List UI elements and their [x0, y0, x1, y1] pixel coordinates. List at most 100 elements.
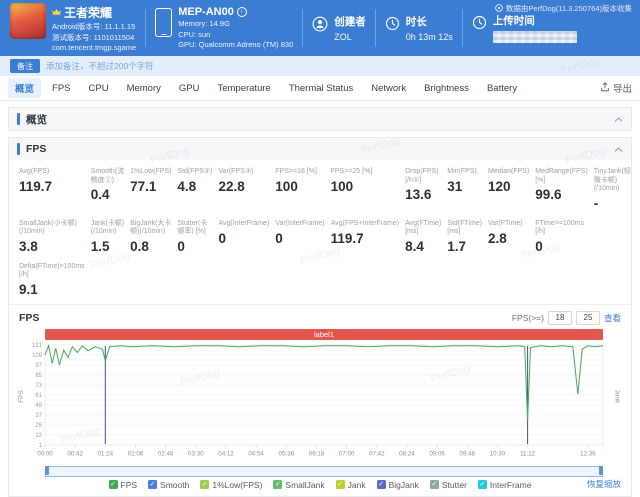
legend-label: Jank	[347, 479, 366, 490]
view-link[interactable]: 查看	[604, 312, 621, 324]
legend-item-stutter[interactable]: ✓ Stutter	[429, 480, 467, 490]
tab-gpu[interactable]: GPU	[172, 80, 207, 97]
metric-value: 99.6	[535, 187, 562, 202]
chart-legend: ✓ FPS ✓ Smooth ✓ 1%Low(FPS) ✓ SmallJank ✓ Jank ✓ Bi…	[19, 480, 621, 490]
metric-value: 120	[488, 179, 511, 194]
package-name-text: com.tencent.tmgp.sgame	[52, 43, 137, 53]
header-divider	[145, 9, 147, 47]
android-version-text: Android版本号: 11.1.1.15	[52, 22, 136, 32]
reset-zoom-link[interactable]: 恢复缩放	[587, 478, 621, 490]
slider-right-handle[interactable]	[599, 465, 603, 475]
legend-checkbox-icon[interactable]: ✓	[148, 480, 158, 489]
tab-fps[interactable]: FPS	[45, 80, 77, 97]
tab-network[interactable]: Network	[364, 80, 413, 97]
fps-threshold-low-input[interactable]	[547, 310, 572, 325]
metric-label: FPS>=18 [%]	[275, 168, 317, 175]
legend-checkbox-icon[interactable]: ✓	[376, 480, 386, 489]
overview-panel-header[interactable]: 概览	[9, 108, 631, 130]
legend-item-1-low-fps-[interactable]: ✓ 1%Low(FPS)	[200, 480, 262, 490]
collapse-chevron-icon[interactable]	[614, 116, 623, 122]
metric-label: Smooth(流畅度②)	[90, 168, 125, 184]
y-axis-title: FPS	[17, 390, 25, 403]
svg-text:13: 13	[35, 433, 42, 439]
svg-text:09:06: 09:06	[429, 450, 445, 457]
metric-r2-3: Stutter(卡顿率) [%] 0	[177, 220, 212, 254]
svg-text:09:48: 09:48	[460, 450, 476, 457]
metric-r2-9: Var(FTime) 2.8	[488, 220, 529, 254]
top-header: 王者荣耀 Android版本号: 11.1.1.15 测试版本号: 110101…	[0, 0, 640, 56]
tab-cpu[interactable]: CPU	[82, 80, 116, 97]
legend-checkbox-icon[interactable]: ✓	[273, 480, 283, 489]
legend-item-interframe[interactable]: ✓ InterFrame	[477, 480, 531, 490]
metric-label: Var(FPS③)	[218, 168, 254, 175]
svg-text:61: 61	[35, 393, 42, 399]
tab-temperature[interactable]: Temperature	[210, 80, 277, 97]
svg-text:06:18: 06:18	[309, 450, 325, 457]
metric-label: Std(FTime) [ms]	[447, 219, 483, 236]
remark-placeholder-text[interactable]: 添加备注，不超过200个字符	[46, 60, 154, 72]
annotation-band[interactable]: label1	[45, 328, 603, 340]
legend-checkbox-icon[interactable]: ✓	[477, 480, 487, 489]
legend-item-smooth[interactable]: ✓ Smooth	[148, 480, 189, 490]
metric-label: Avg(FPS+InterFrame)	[330, 219, 400, 227]
fps-chart-svg[interactable]: 121 109 97 85 73 61 49 37 25 13 100:00 00:42 01:24 02…	[19, 342, 621, 460]
header-divider	[374, 9, 376, 47]
fps-threshold-high-input[interactable]	[575, 310, 600, 325]
legend-item-smalljank[interactable]: ✓ SmallJank	[273, 480, 325, 490]
svg-text:04:12: 04:12	[218, 450, 234, 457]
device-cpu-text: CPU: sun	[178, 29, 211, 39]
tab-memory[interactable]: Memory	[120, 80, 168, 97]
device-name: MEP-AN00	[178, 6, 234, 19]
fps-panel: FPS Avg(FPS) 119.7 Smooth(流畅度②) 0.4 1%Low(FP…	[8, 137, 632, 497]
upload-time-redacted	[492, 31, 577, 43]
grid-spacer	[594, 220, 631, 254]
svg-text:00:00: 00:00	[37, 450, 53, 457]
metric-r2-7: Avg(FTime) [ms] 8.4	[405, 220, 441, 254]
tab-brightness[interactable]: Brightness	[417, 80, 476, 97]
metric-value: 0.4	[90, 187, 110, 202]
slider-left-handle[interactable]	[45, 465, 49, 475]
tab-overview[interactable]: 概览	[8, 78, 42, 98]
remark-button[interactable]: 备注	[10, 59, 40, 73]
metric-r1-6: FPS>=25 [%] 100	[331, 168, 400, 211]
fps-panel-header[interactable]: FPS	[9, 138, 631, 160]
metric-r1-1: Smooth(流畅度②) 0.4	[91, 168, 124, 211]
annotation-band-label: label1	[313, 329, 335, 339]
metric-value: 0	[177, 238, 185, 254]
metric-value: 2.8	[488, 230, 507, 246]
app-title: 王者荣耀	[64, 5, 113, 20]
legend-checkbox-icon[interactable]: ✓	[200, 480, 210, 489]
metric-r2-2: BigJank(大卡顿)(/10min) 0.8	[130, 220, 171, 254]
chart-range-slider[interactable]	[45, 465, 603, 477]
tab-thermal-status[interactable]: Thermal Status	[282, 80, 360, 97]
header-divider	[302, 9, 304, 47]
svg-text:97: 97	[35, 363, 42, 369]
export-button[interactable]: 导出	[600, 81, 632, 95]
legend-item-jank[interactable]: ✓ Jank	[335, 479, 366, 490]
clock-icon	[472, 15, 487, 30]
legend-item-bigjank[interactable]: ✓ BigJank	[376, 480, 419, 490]
legend-item-fps[interactable]: ✓ FPS	[108, 480, 137, 490]
perfdog-report-page: 王者荣耀 Android版本号: 11.1.1.15 测试版本号: 110101…	[0, 0, 640, 497]
game-app-icon	[10, 3, 46, 40]
duration-value: 0h 13m 12s	[405, 32, 453, 42]
metric-value: 8.4	[405, 238, 424, 254]
svg-text:04:54: 04:54	[248, 450, 264, 457]
metric-value: 9.1	[19, 281, 38, 297]
metric-label: Drop(FPS) [/h①]	[405, 168, 439, 184]
person-icon	[312, 16, 328, 32]
metric-r2-0: SmallJank(小卡顿)(/10min) 3.8	[19, 220, 85, 254]
metric-value: 22.8	[218, 179, 245, 194]
device-info-icon[interactable]: i	[236, 7, 247, 18]
duration-block: 时长 0h 13m 12s	[385, 14, 453, 42]
legend-checkbox-icon[interactable]: ✓	[429, 480, 439, 489]
legend-checkbox-icon[interactable]: ✓	[335, 480, 345, 489]
metric-label: Std(FPS②)	[177, 168, 213, 175]
tab-battery[interactable]: Battery	[480, 80, 524, 97]
metric-label: Avg(InterFrame)	[218, 219, 270, 227]
metric-r2-1: Jank(卡顿)(/10min) 1.5	[91, 220, 124, 254]
svg-text:121: 121	[32, 343, 43, 349]
collapse-chevron-icon[interactable]	[614, 146, 623, 152]
duration-label: 时长	[405, 16, 427, 28]
legend-checkbox-icon[interactable]: ✓	[108, 480, 118, 489]
